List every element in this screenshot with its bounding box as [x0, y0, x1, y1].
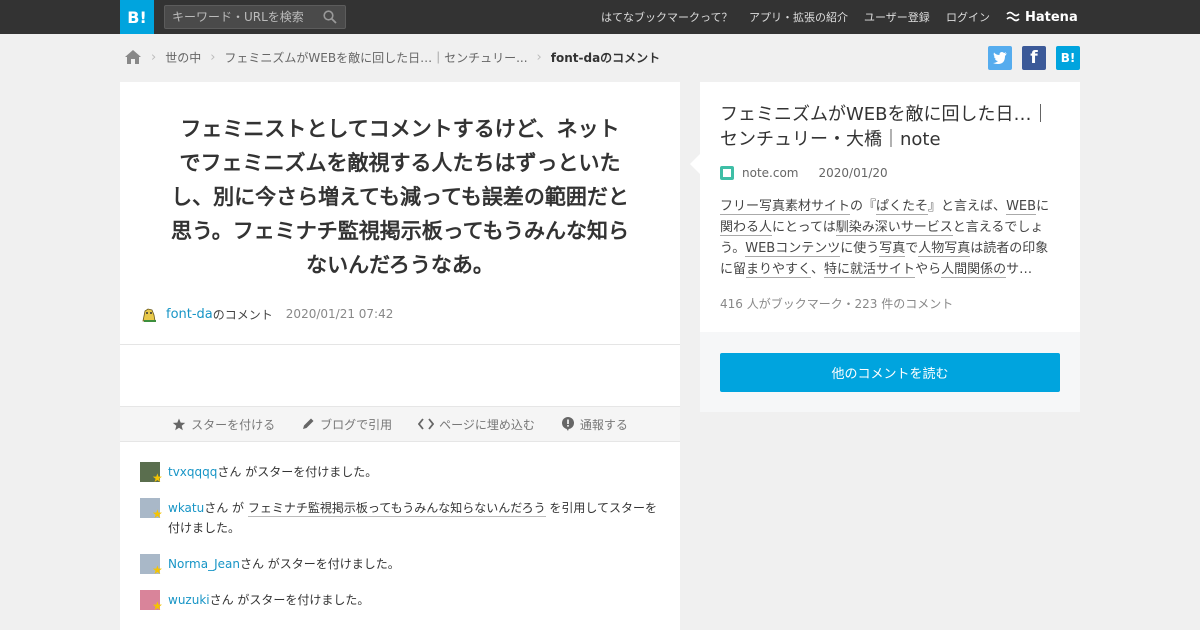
- search-icon[interactable]: [323, 10, 337, 24]
- author-avatar[interactable]: [140, 305, 158, 323]
- add-star-label: スターを付ける: [191, 417, 276, 432]
- star-text: 付けました。: [168, 521, 241, 535]
- user-avatar[interactable]: ★: [140, 462, 163, 485]
- nav-apps[interactable]: アプリ・拡張の紹介: [749, 9, 848, 25]
- chevron-right-icon: ›: [151, 49, 157, 65]
- hatena-brand[interactable]: Hatena: [1006, 8, 1078, 26]
- comment-body: フェミニストとしてコメントするけど、ネット でフェミニズムを敵視する人たちはずっ…: [150, 112, 650, 282]
- bookmark-share-button[interactable]: B!: [1056, 46, 1080, 70]
- comment-line: ないんだろうなあ。: [306, 253, 494, 277]
- article-summary: フェミニズムがWEBを敵に回した日…｜ センチュリー・大橋｜note note.…: [690, 82, 1080, 332]
- comment-card: フェミニストとしてコメントするけど、ネット でフェミニズムを敵視する人たちはずっ…: [120, 82, 680, 630]
- blog-quote-label: ブログで引用: [320, 417, 393, 432]
- star-entry: ★ Norma_Jeanさん がスターを付けました。: [140, 554, 660, 577]
- embed-button[interactable]: ページに埋め込む: [418, 416, 535, 433]
- star-icon: ★: [152, 599, 163, 613]
- article-title[interactable]: フェミニズムがWEBを敵に回した日…｜ センチュリー・大橋｜note: [720, 102, 1065, 152]
- star-user-link[interactable]: wuzuki: [168, 593, 210, 607]
- user-avatar[interactable]: ★: [140, 498, 163, 521]
- report-button[interactable]: 通報する: [561, 416, 628, 433]
- home-icon[interactable]: [124, 49, 142, 65]
- article-title-line: フェミニズムがWEBを敵に回した日…｜: [720, 104, 1050, 125]
- site-link[interactable]: note.com: [742, 166, 798, 180]
- star-text: さん が: [204, 501, 248, 515]
- author-suffix: のコメント: [212, 307, 273, 322]
- article-date: 2020/01/20: [818, 166, 888, 180]
- comment-line: 思う。フェミナチ監視掲示板ってもうみんな知ら: [170, 219, 629, 243]
- code-icon: [418, 418, 435, 430]
- bookmark-count[interactable]: 416 人がブックマーク・223 件のコメント: [720, 295, 953, 312]
- star-list: ★ tvxqqqqさん がスターを付けました。 ★ wkatuさん が フェミナ…: [140, 462, 660, 626]
- divider: [120, 344, 680, 345]
- star-text: さん がスターを付けました。: [209, 593, 370, 607]
- comment-author-row: font-da のコメント 2020/01/21 07:42: [140, 304, 393, 324]
- breadcrumb-current: font-daのコメント: [550, 50, 661, 65]
- user-avatar[interactable]: ★: [140, 590, 163, 613]
- add-star-button[interactable]: スターを付ける: [172, 416, 275, 433]
- search-box[interactable]: [164, 5, 346, 29]
- article-card: フェミニズムがWEBを敵に回した日…｜ センチュリー・大橋｜note note.…: [690, 82, 1080, 412]
- star-icon: ★: [152, 471, 163, 485]
- chevron-right-icon: ›: [536, 49, 542, 65]
- twitter-icon: [993, 52, 1007, 64]
- star-icon: ★: [152, 507, 163, 521]
- facebook-share-button[interactable]: f: [1022, 46, 1046, 70]
- hatena-bookmark-logo[interactable]: B!: [120, 0, 154, 34]
- breadcrumb: › 世の中 › フェミニズムがWEBを敵に回した日…｜センチュリー... › f…: [124, 48, 660, 66]
- comment-date: 2020/01/21 07:42: [285, 307, 394, 321]
- author-link[interactable]: font-da: [166, 307, 213, 322]
- star-entry: ★ tvxqqqqさん がスターを付けました。: [140, 462, 660, 485]
- hatena-brand-label: Hatena: [1025, 9, 1078, 25]
- nav-login[interactable]: ログイン: [946, 9, 990, 25]
- bookmark-icon: B!: [1060, 51, 1076, 65]
- read-more-comments-button[interactable]: 他のコメントを読む: [720, 353, 1060, 392]
- embed-label: ページに埋め込む: [439, 417, 535, 432]
- nav-register[interactable]: ユーザー登録: [864, 9, 930, 25]
- breadcrumb-article[interactable]: フェミニズムがWEBを敵に回した日…｜センチュリー...: [224, 49, 527, 66]
- star-text: さん がスターを付けました。: [239, 557, 400, 571]
- star-icon: ★: [152, 563, 163, 577]
- comment-line: フェミニストとしてコメントするけど、ネット: [180, 117, 620, 141]
- facebook-icon: f: [1030, 48, 1038, 68]
- comment-line: でフェミニズムを敵視する人たちはずっといた: [179, 151, 621, 175]
- note-site-icon: [720, 166, 734, 180]
- comment-line: し、別に今さら増えても減っても誤差の範囲だと: [171, 185, 629, 209]
- pointer-arrow: [690, 154, 700, 174]
- star-text: を引用してスターを: [545, 501, 658, 515]
- star-entry: ★ wuzukiさん がスターを付けました。: [140, 590, 660, 613]
- pencil-icon: [303, 418, 314, 429]
- star-entry: ★ wkatuさん が フェミナチ監視掲示板ってもうみんな知らないんだろう を引…: [140, 498, 660, 538]
- user-avatar[interactable]: ★: [140, 554, 163, 577]
- star-user-link[interactable]: wkatu: [168, 501, 204, 515]
- top-bar: B! はてなブックマークって？ アプリ・拡張の紹介 ユーザー登録 ログイン Ha…: [0, 0, 1200, 34]
- star-user-link[interactable]: Norma_Jean: [168, 557, 240, 571]
- hatena-wave-icon: [1006, 11, 1020, 22]
- quoted-text[interactable]: フェミナチ監視掲示板ってもうみんな知らないんだろう: [247, 501, 546, 517]
- article-title-line: センチュリー・大橋｜note: [720, 129, 941, 150]
- twitter-share-button[interactable]: [988, 46, 1012, 70]
- blog-quote-button[interactable]: ブログで引用: [301, 416, 392, 433]
- alert-icon: [561, 417, 574, 431]
- star-icon: [172, 418, 186, 430]
- star-text: さん がスターを付けました。: [217, 465, 378, 479]
- star-user-link[interactable]: tvxqqqq: [168, 465, 217, 479]
- search-input[interactable]: [172, 9, 317, 25]
- breadcrumb-category[interactable]: 世の中: [165, 49, 201, 66]
- article-excerpt: フリー写真素材サイトの『ぱくたそ』と言えば、WEBに 関わる人にとっては馴染み深…: [720, 199, 1050, 278]
- nav-about[interactable]: はてなブックマークって？: [601, 9, 732, 25]
- article-source: note.com 2020/01/20: [720, 166, 888, 180]
- action-bar: スターを付ける ブログで引用 ページに埋め込む 通報する: [120, 406, 680, 442]
- chevron-right-icon: ›: [210, 49, 216, 65]
- report-label: 通報する: [579, 417, 628, 432]
